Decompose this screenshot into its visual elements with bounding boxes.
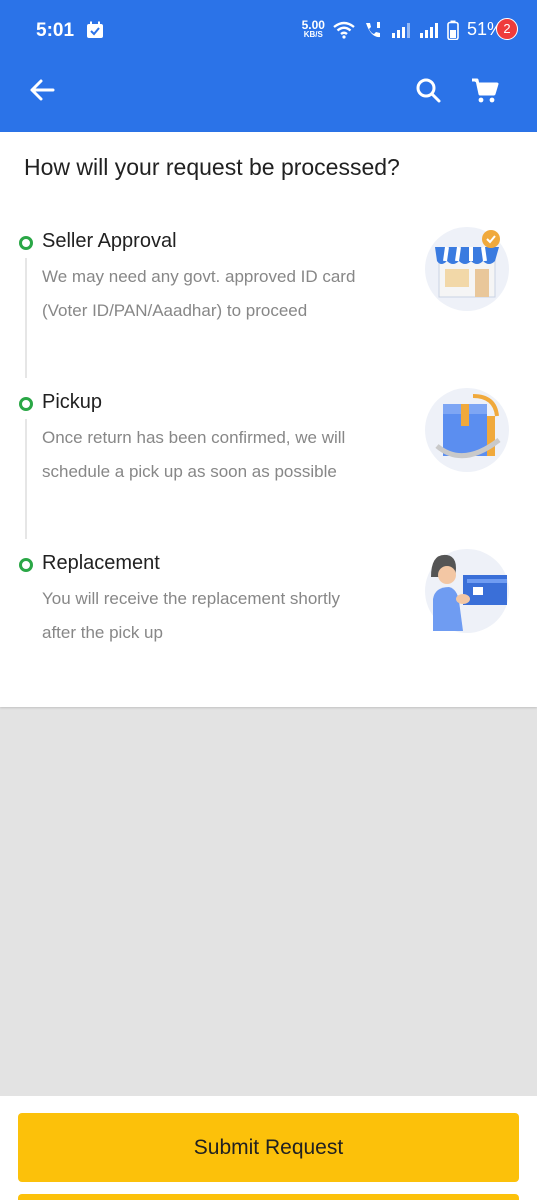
submit-request-button[interactable]: Submit Request (18, 1113, 519, 1182)
signal-1-icon (391, 22, 410, 38)
step-title-pickup: Pickup (42, 391, 103, 413)
calendar-notification-icon (87, 21, 103, 38)
step-dot (19, 397, 33, 411)
step-desc-line: You will receive the replacement shortly (42, 589, 340, 608)
step-dot (19, 236, 33, 250)
step-desc-line: (Voter ID/PAN/Aaadhar) to proceed (42, 301, 308, 320)
search-icon[interactable] (414, 76, 442, 104)
step-desc-replacement: You will receive the replacement shortly… (42, 582, 412, 650)
page-title: How will your request be processed? (24, 154, 400, 180)
wifi-call-icon (365, 21, 380, 37)
bottom-action-bar: Submit Request (0, 1096, 537, 1200)
status-time: 5:01 (36, 20, 75, 41)
step-dot (19, 558, 33, 572)
step-desc-line: We may need any govt. approved ID card (42, 267, 356, 286)
step-desc-pickup: Once return has been confirmed, we will … (42, 421, 412, 489)
step-title-seller-approval: Seller Approval (42, 230, 177, 252)
timeline-connector (25, 419, 27, 539)
back-arrow-icon[interactable] (28, 76, 56, 104)
wifi-icon (333, 21, 355, 39)
cart-icon[interactable] (470, 76, 500, 104)
speed-unit: KB/S (303, 29, 323, 39)
step-desc-line: Once return has been confirmed, we will (42, 428, 346, 447)
secondary-action-button[interactable] (18, 1194, 519, 1200)
signal-2-icon (419, 22, 438, 38)
speed-value: 5.00 (301, 17, 325, 32)
step-title-replacement: Replacement (42, 552, 160, 574)
person-receiving-icon (425, 549, 509, 633)
app-bar (0, 48, 537, 132)
status-indicators: 5.00 KB/S 51% (302, 19, 503, 40)
package-icon (425, 388, 509, 472)
store-icon (425, 227, 509, 311)
process-card: How will your request be processed? Sell… (0, 132, 537, 707)
battery-icon (447, 20, 459, 40)
step-desc-seller-approval: We may need any govt. approved ID card (… (42, 260, 412, 328)
network-speed: 5.00 KB/S (301, 17, 325, 40)
step-desc-line: after the pick up (42, 623, 163, 642)
status-bar: 5:01 5.00 KB/S 51% (0, 0, 537, 48)
timeline-connector (25, 258, 27, 378)
cart-count-badge[interactable]: 2 (496, 18, 518, 40)
step-desc-line: schedule a pick up as soon as possible (42, 462, 337, 481)
